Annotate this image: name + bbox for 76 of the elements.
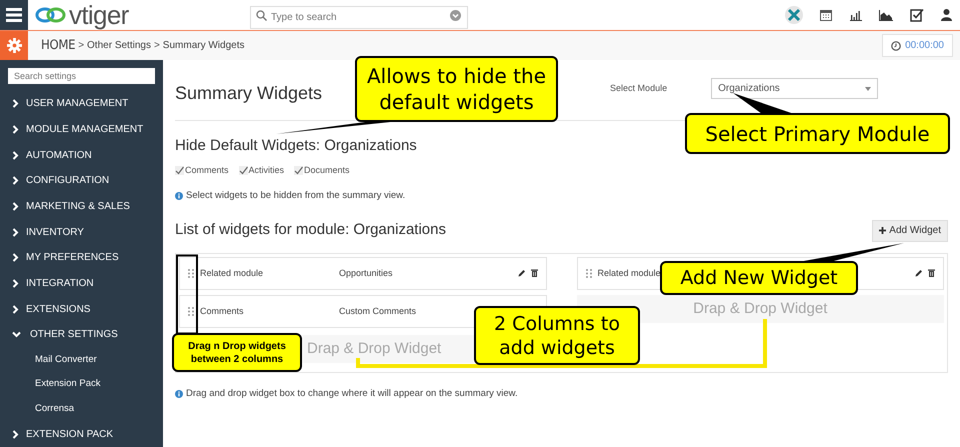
select-module-label: Select Module <box>610 82 668 95</box>
edit-icon[interactable] <box>915 269 923 278</box>
sidebar-item[interactable]: MY PREFERENCES <box>0 245 163 271</box>
sidebar-subitem[interactable]: Corrensa <box>0 396 163 422</box>
sidebar-item[interactable]: EXTENSION PACK <box>0 421 163 447</box>
user-icon[interactable] <box>941 9 952 21</box>
menu-button[interactable] <box>0 0 28 30</box>
info-text: Drag and drop widget box to change where it will appear on the summary view. <box>186 386 518 401</box>
search-field[interactable]: Type to search <box>250 6 468 28</box>
breadcrumb-link[interactable]: Summary Widgets <box>162 38 244 53</box>
checkbox-label: Activities <box>248 164 284 176</box>
sidebar-item[interactable]: MODULE MANAGEMENT <box>0 116 163 142</box>
menu-icon <box>6 8 22 22</box>
breadcrumb-link[interactable]: HOME <box>41 36 76 56</box>
sidebar-item[interactable]: EXTENSIONS <box>0 296 163 322</box>
checkbox[interactable] <box>294 166 304 175</box>
chevron-right-icon <box>12 150 19 160</box>
callout-tooltip: Allows to hide the default widgets <box>355 56 558 122</box>
logo-text: vtiger <box>69 2 129 28</box>
search-icon <box>256 10 267 20</box>
sidebar-item[interactable]: MARKETING & SALES <box>0 194 163 220</box>
drag-handle-icon[interactable] <box>586 268 592 278</box>
chevron-right-icon <box>12 176 19 186</box>
sidebar-item[interactable]: OTHER SETTINGS <box>0 322 163 348</box>
info-icon <box>175 390 183 398</box>
drag-handle-icon[interactable] <box>188 306 194 316</box>
chevron-right-icon <box>12 99 19 108</box>
callout-tooltip: Drag n Drop widgets between 2 columns <box>172 333 302 372</box>
breadcrumb-link[interactable]: Other Settings <box>87 38 151 53</box>
sidebar-item[interactable]: CONFIGURATION <box>0 168 163 194</box>
caret-icon <box>865 86 872 90</box>
info-icon <box>175 192 183 200</box>
module-select[interactable]: Organizations <box>711 78 878 99</box>
area-chart-icon[interactable] <box>879 10 893 20</box>
chevron-down-icon <box>12 331 21 338</box>
sidebar-item[interactable]: INTEGRATION <box>0 270 163 296</box>
chevron-right-icon <box>12 430 19 439</box>
edit-icon[interactable] <box>518 269 526 278</box>
callout-tooltip: 2 Columns to add widgets <box>474 306 640 365</box>
sidebar-subitem[interactable]: Extension Pack <box>0 372 163 397</box>
chevron-right-icon <box>12 228 19 237</box>
delete-icon[interactable] <box>928 269 935 278</box>
search-settings-field[interactable]: Search settings <box>8 68 155 84</box>
plus-icon <box>879 227 886 234</box>
calendar-icon[interactable] <box>820 9 832 21</box>
section-title: Hide Default Widgets: Organizations <box>175 136 417 156</box>
info-text: Select widgets to be hidden from the summary view. <box>186 189 406 203</box>
sidebar-item[interactable]: AUTOMATION <box>0 142 163 168</box>
breadcrumb-separator: > <box>154 39 160 53</box>
dropdown-icon <box>450 10 461 20</box>
callout-tooltip: Add New Widget <box>660 261 858 295</box>
widget-row[interactable]: Related module Opportunities <box>179 256 546 290</box>
sidebar-item[interactable]: USER MANAGEMENT <box>0 90 163 117</box>
section-title: List of widgets for module: Organizations <box>175 220 446 240</box>
delete-icon[interactable] <box>530 269 538 278</box>
page-title: Summary Widgets <box>175 82 322 105</box>
chevron-right-icon <box>12 304 19 314</box>
chevron-right-icon <box>12 124 19 134</box>
settings-icon <box>6 38 22 53</box>
checkbox[interactable] <box>175 166 184 175</box>
breadcrumb-separator: > <box>78 39 84 53</box>
checkbox-label: Documents <box>304 164 350 176</box>
chevron-right-icon <box>12 279 19 288</box>
checkbox-icon[interactable] <box>910 8 924 22</box>
bar-chart-icon[interactable] <box>849 10 862 20</box>
drag-handle-icon[interactable] <box>188 268 194 278</box>
chevron-right-icon <box>12 253 19 262</box>
chevron-right-icon <box>12 202 19 212</box>
checkbox-label: Comments <box>185 164 229 176</box>
clock-icon <box>891 40 902 50</box>
callout-tooltip: Select Primary Module <box>685 113 950 154</box>
sidebar-item[interactable]: INVENTORY <box>0 219 163 246</box>
app-logo-icon[interactable] <box>785 6 803 24</box>
sidebar-subitem[interactable]: Mail Converter <box>0 348 163 372</box>
checkbox[interactable] <box>238 166 248 175</box>
add-widget-button[interactable]: Add Widget <box>872 220 948 242</box>
